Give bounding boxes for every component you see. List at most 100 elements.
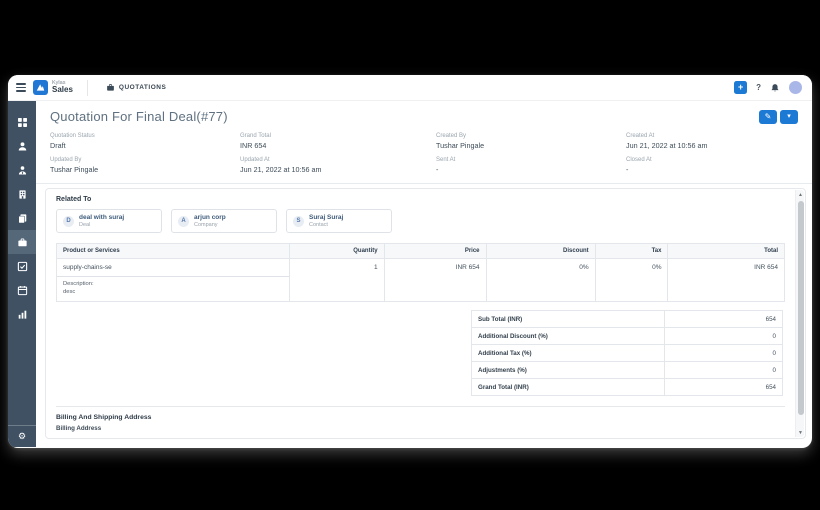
meta-value: - <box>436 165 439 174</box>
meta-value: Tushar Pingale <box>436 141 485 150</box>
avatar: D <box>63 215 74 227</box>
user-avatar[interactable] <box>789 81 802 94</box>
person-tie-icon <box>18 165 26 174</box>
sidebar-item-meetings[interactable] <box>8 278 36 302</box>
hamburger-menu-icon[interactable] <box>16 83 26 92</box>
total-value: 654 <box>663 310 784 328</box>
related-cards: D deal with suraj Deal A arjun corp Compan… <box>56 209 785 233</box>
total-label: Grand Total (INR) <box>471 378 665 396</box>
col-product: Product or Services <box>56 243 290 259</box>
help-button[interactable]: ? <box>756 83 761 92</box>
col-tax: Tax <box>594 243 669 259</box>
pencil-icon: ✎ <box>764 111 772 121</box>
related-to-heading: Related To <box>56 196 92 203</box>
meta-value: Jun 21, 2022 at 10:56 am <box>626 141 708 150</box>
sidebar-item-leads[interactable] <box>8 134 36 158</box>
related-type: Company <box>194 222 218 228</box>
quotation-detail-panel: Related To D deal with suraj Deal A arjun… <box>45 188 806 439</box>
totals-row: Additional Tax (%) 0 <box>471 344 784 362</box>
sidebar-item-contacts[interactable] <box>8 158 36 182</box>
sidebar-item-deals[interactable] <box>8 206 36 230</box>
scroll-up-icon[interactable]: ▲ <box>796 190 805 199</box>
sidebar-item-reports[interactable] <box>8 302 36 326</box>
total-label: Adjustments (%) <box>471 361 665 379</box>
edit-button[interactable]: ✎ <box>759 109 777 124</box>
sidebar-item-settings[interactable]: ⚙ <box>8 425 36 447</box>
check-square-icon <box>17 261 27 271</box>
tab-quotations[interactable]: QUOTATIONS <box>100 75 172 100</box>
sidebar-item-companies[interactable] <box>8 182 36 206</box>
meta-label: Quotation Status <box>50 133 95 139</box>
top-bar: Kylas Sales QUOTATIONS + ? <box>8 75 812 101</box>
product-name: supply-chains-se <box>57 259 289 277</box>
total-value: 654 <box>663 378 784 396</box>
billing-address-label: Billing Address <box>56 425 102 432</box>
chevron-down-icon: ▾ <box>787 113 791 120</box>
product-description: Description: desc <box>57 277 289 301</box>
total-value: 0 <box>663 327 784 345</box>
topbar-separator <box>86 79 88 96</box>
related-name: arjun corp <box>194 214 226 221</box>
main-content: Quotation For Final Deal(#77) ✎ ▾ Quotat… <box>36 101 812 447</box>
related-card-company[interactable]: A arjun corp Company <box>171 209 277 233</box>
meta-value: Draft <box>50 141 66 150</box>
meta-label: Closed At <box>626 157 652 163</box>
meta-label: Sent At <box>436 157 456 163</box>
product-price: INR 654 <box>383 258 487 302</box>
brand-product: Sales <box>52 85 73 95</box>
col-discount: Discount <box>485 243 596 259</box>
related-type: Contact <box>309 222 328 228</box>
col-price: Price <box>383 243 487 259</box>
brand-text: Kylas Sales <box>52 80 73 95</box>
page-title: Quotation For Final Deal(#77) <box>50 109 228 124</box>
products-table: Product or Services Quantity Price Disco… <box>56 243 785 302</box>
total-label: Additional Discount (%) <box>471 327 665 345</box>
scroll-down-icon[interactable]: ▼ <box>796 428 805 437</box>
total-value: 0 <box>663 361 784 379</box>
page-header: Quotation For Final Deal(#77) ✎ ▾ <box>36 101 812 128</box>
app-body: ⚙ Quotation For Final Deal(#77) ✎ ▾ Quot… <box>8 101 812 447</box>
topbar-actions: + ? <box>734 81 802 94</box>
totals-row: Additional Discount (%) 0 <box>471 327 784 345</box>
bell-icon[interactable] <box>770 83 780 93</box>
sidebar-item-tasks[interactable] <box>8 254 36 278</box>
mountain-logo-icon <box>36 84 45 91</box>
avatar: S <box>293 215 304 227</box>
meta-value: INR 654 <box>240 141 267 150</box>
kylas-logo[interactable] <box>33 80 48 95</box>
billing-shipping-heading: Billing And Shipping Address <box>56 414 152 421</box>
sidebar-item-quotations[interactable] <box>8 230 36 254</box>
description-label: Description: <box>63 281 94 287</box>
related-card-contact[interactable]: S Suraj Suraj Contact <box>286 209 392 233</box>
meta-field: Sent At - <box>436 157 626 174</box>
sidebar-item-dashboard[interactable] <box>8 110 36 134</box>
vertical-scrollbar[interactable]: ▲ ▼ <box>795 190 804 437</box>
address-divider <box>56 406 785 407</box>
total-value: 0 <box>663 344 784 362</box>
header-actions: ✎ ▾ <box>759 109 798 124</box>
totals-row: Adjustments (%) 0 <box>471 361 784 379</box>
documents-icon <box>17 213 26 223</box>
scrollbar-thumb[interactable] <box>797 201 804 415</box>
product-total: INR 654 <box>667 258 785 302</box>
related-card-deal[interactable]: D deal with suraj Deal <box>56 209 162 233</box>
meta-label: Updated At <box>240 157 270 163</box>
meta-label: Updated By <box>50 157 82 163</box>
meta-field: Created At Jun 21, 2022 at 10:56 am <box>626 133 812 150</box>
related-name: Suraj Suraj <box>309 214 344 221</box>
meta-field: Created By Tushar Pingale <box>436 133 626 150</box>
product-discount: 0% <box>485 258 596 302</box>
meta-field: Closed At - <box>626 157 812 174</box>
shipping-address-label: Shipping Address <box>56 438 785 439</box>
products-header-row: Product or Services Quantity Price Disco… <box>56 243 785 259</box>
dashboard-grid-icon <box>17 117 27 127</box>
quick-add-button[interactable]: + <box>734 81 748 94</box>
sidebar-nav: ⚙ <box>8 101 36 447</box>
briefcase-icon <box>17 237 27 246</box>
meta-field: Updated At Jun 21, 2022 at 10:56 am <box>240 157 436 174</box>
building-icon <box>18 189 26 199</box>
more-actions-button[interactable]: ▾ <box>780 109 798 124</box>
product-cell: supply-chains-se Description: desc <box>56 258 290 302</box>
meta-field: Quotation Status Draft <box>50 133 240 150</box>
screenshot-stage: Kylas Sales QUOTATIONS + ? ⚙ Quotation F… <box>0 0 820 510</box>
